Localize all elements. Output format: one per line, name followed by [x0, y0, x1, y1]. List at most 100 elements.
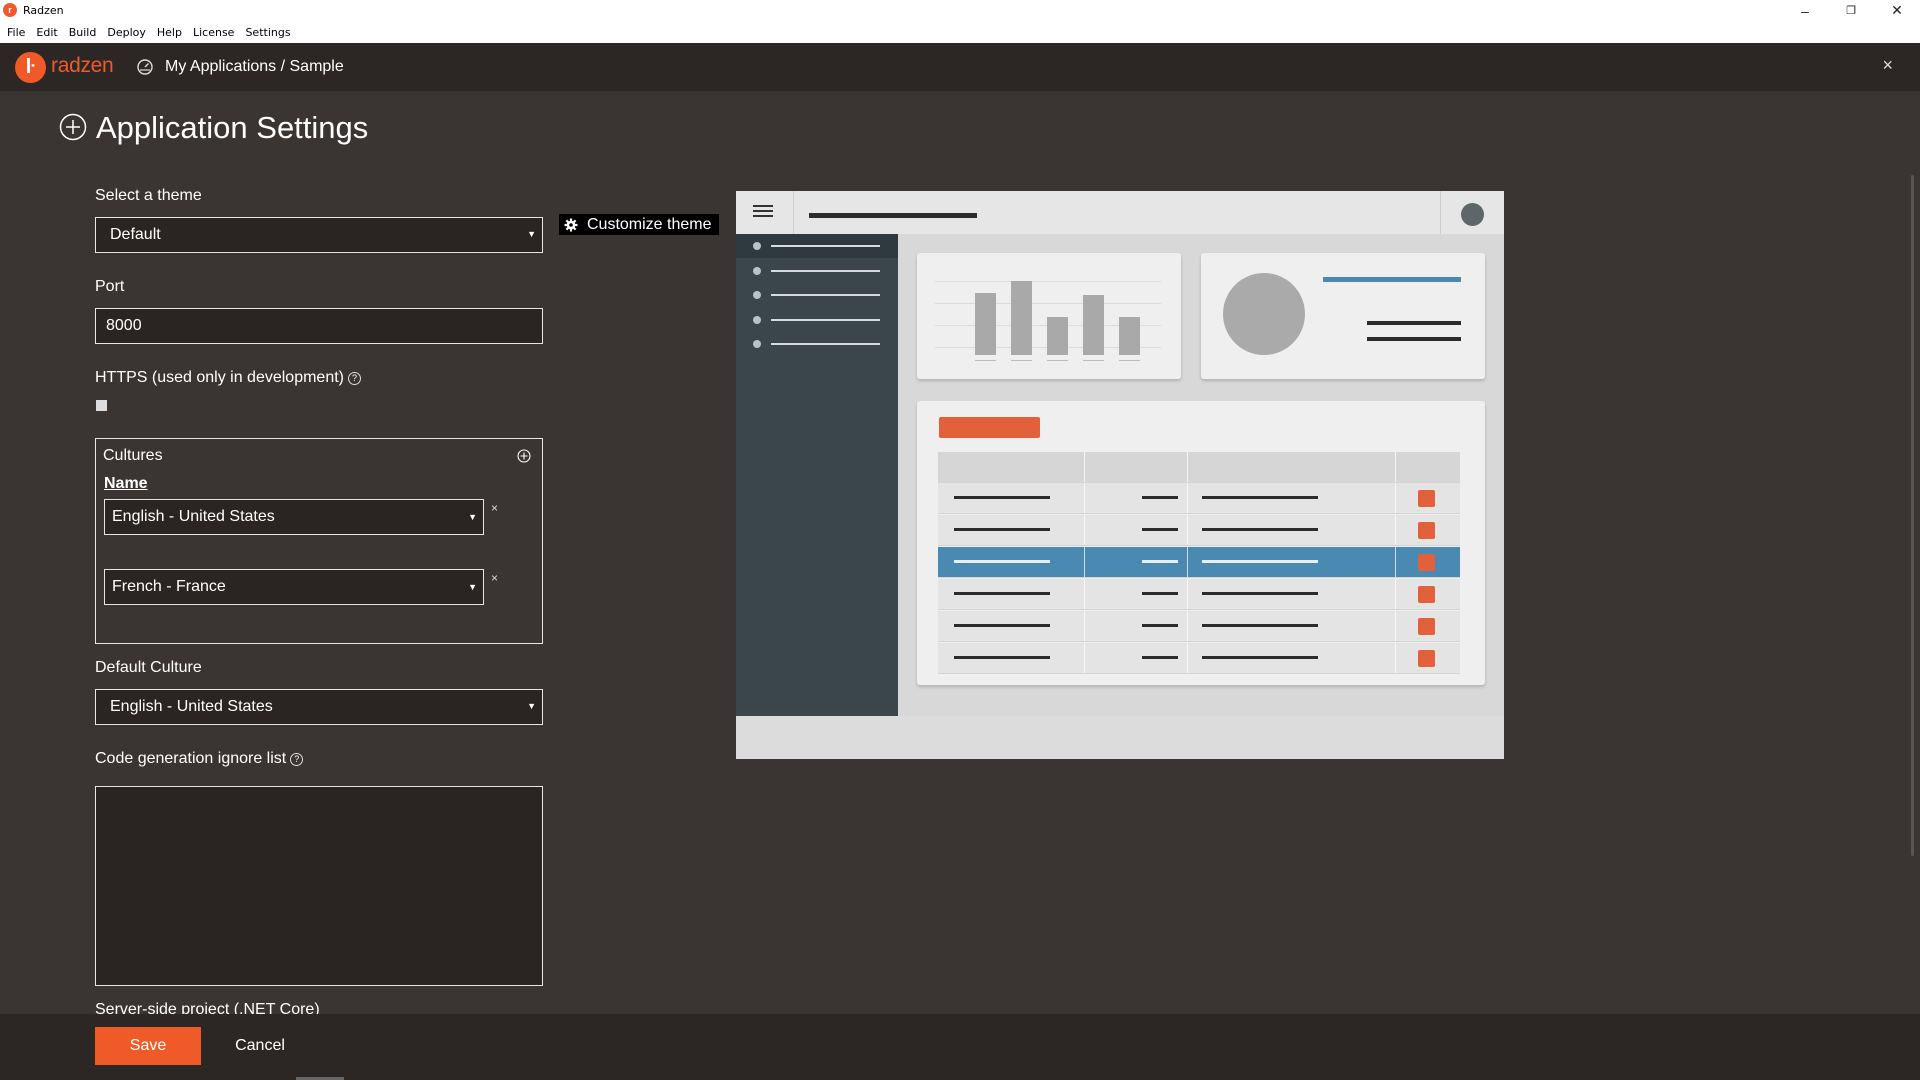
preview-grid-col-sep — [1395, 547, 1396, 577]
close-window-button[interactable]: ✕ — [1874, 0, 1920, 21]
preview-grid-cell — [1142, 496, 1178, 499]
remove-culture-icon[interactable]: × — [491, 501, 498, 515]
port-label: Port — [95, 278, 125, 295]
preview-grid-row-button — [1418, 618, 1435, 635]
preview-bar-tick — [1119, 360, 1140, 361]
preview-grid-header — [938, 452, 1460, 483]
preview-grid-col-sep — [1084, 611, 1085, 641]
theme-select[interactable]: Default ▼ — [95, 217, 543, 253]
menu-bar: File Edit Build Deploy Help License Sett… — [0, 21, 1920, 43]
preview-grid-col-sep — [1187, 515, 1188, 545]
default-culture-select[interactable]: English - United States ▼ — [95, 689, 543, 725]
help-circle-icon[interactable]: ? — [348, 372, 361, 385]
add-circle-icon — [59, 113, 87, 141]
preview-header — [736, 191, 1504, 234]
preview-grid-cell — [1202, 656, 1318, 659]
preview-nav-item — [753, 339, 885, 349]
preview-grid-cell — [1202, 560, 1318, 563]
caret-down-icon: ▼ — [527, 701, 536, 711]
save-button[interactable]: Save — [95, 1027, 201, 1065]
customize-theme-button[interactable]: Customize theme — [559, 214, 719, 235]
preview-grid-col-sep — [1084, 483, 1085, 513]
preview-grid-col-sep — [1084, 452, 1085, 482]
preview-pie-title-bar — [1323, 277, 1461, 282]
preview-grid-col-sep — [1187, 547, 1188, 577]
preview-grid-row — [938, 547, 1460, 578]
preview-grid-cell — [1142, 592, 1178, 595]
preview-grid-col-sep — [1395, 643, 1396, 673]
footer-bar: Save Cancel — [0, 1014, 1920, 1080]
preview-bar — [1083, 295, 1104, 355]
https-checkbox[interactable] — [96, 400, 107, 411]
app-header: ŀ radzen My Applications / Sample × — [0, 43, 1920, 91]
help-circle-icon[interactable]: ? — [290, 753, 304, 766]
default-culture-value: English - United States — [110, 698, 273, 715]
preview-grid-col-sep — [1084, 547, 1085, 577]
preview-grid-col-sep — [1187, 579, 1188, 609]
menu-settings[interactable]: Settings — [245, 26, 290, 39]
close-icon[interactable]: × — [1882, 55, 1893, 76]
menu-file[interactable]: File — [7, 26, 25, 39]
preview-footer — [736, 716, 1504, 759]
preview-grid-row-button — [1418, 554, 1435, 571]
preview-grid-col-sep — [1187, 643, 1188, 673]
preview-grid-cell — [1202, 624, 1318, 627]
menu-deploy[interactable]: Deploy — [107, 26, 146, 39]
preview-grid-col-sep — [1187, 452, 1188, 482]
menu-license[interactable]: License — [193, 26, 234, 39]
preview-text-line — [1367, 321, 1461, 325]
gear-icon — [564, 218, 578, 231]
preview-grid-row — [938, 515, 1460, 546]
preview-grid-row — [938, 611, 1460, 642]
preview-grid-row — [938, 483, 1460, 514]
theme-label: Select a theme — [95, 187, 202, 204]
cultures-panel: Cultures Name English - United States ▼ … — [95, 438, 543, 644]
page-title: Application Settings — [96, 110, 369, 145]
cultures-name-header: Name — [104, 475, 148, 492]
cancel-button[interactable]: Cancel — [226, 1027, 294, 1065]
preview-grid-row-button — [1418, 490, 1435, 507]
culture-select-1[interactable]: English - United States ▼ — [104, 499, 484, 535]
preview-grid-cell — [954, 528, 1050, 531]
dashboard-gauge-icon — [137, 59, 153, 75]
preview-grid-row — [938, 643, 1460, 674]
preview-grid-cell — [1142, 560, 1178, 563]
preview-bar-tick — [1011, 360, 1032, 361]
preview-grid-cell — [954, 624, 1050, 627]
preview-title-bar — [809, 213, 977, 218]
breadcrumb[interactable]: My Applications / Sample — [165, 58, 344, 76]
preview-bar — [1047, 317, 1068, 355]
minimize-button[interactable]: – — [1782, 0, 1828, 21]
preview-grid-col-sep — [1395, 483, 1396, 513]
preview-grid-row-button — [1418, 586, 1435, 603]
menu-build[interactable]: Build — [69, 26, 97, 39]
preview-grid-col-sep — [1187, 483, 1188, 513]
preview-grid-cell — [1202, 592, 1318, 595]
menu-help[interactable]: Help — [157, 26, 182, 39]
culture-select-value: French - France — [112, 578, 226, 595]
remove-culture-icon[interactable]: × — [491, 571, 498, 585]
restore-button[interactable]: ❐ — [1828, 0, 1874, 21]
preview-grid-cell — [1202, 496, 1318, 499]
culture-select-2[interactable]: French - France ▼ — [104, 569, 484, 605]
preview-grid-col-sep — [1395, 452, 1396, 482]
port-input[interactable] — [95, 308, 543, 344]
preview-text-line — [1367, 337, 1461, 341]
ignore-list-label-text: Code generation ignore list — [95, 750, 287, 767]
logo-text[interactable]: radzen — [51, 54, 114, 78]
preview-nav-item — [753, 241, 885, 251]
menu-edit[interactable]: Edit — [36, 26, 57, 39]
add-culture-icon[interactable] — [517, 449, 531, 463]
vertical-scrollbar[interactable] — [1911, 175, 1914, 856]
ignore-list-textarea[interactable] — [95, 786, 543, 986]
preview-grid-row-button — [1418, 522, 1435, 539]
preview-sidebar — [736, 234, 898, 716]
preview-grid-cell — [1142, 624, 1178, 627]
radzen-logo-icon[interactable]: ŀ — [15, 52, 46, 83]
caret-down-icon: ▼ — [468, 582, 477, 592]
caret-down-icon: ▼ — [468, 512, 477, 522]
preview-bar — [1011, 281, 1032, 355]
https-label: HTTPS (used only in development)? — [95, 369, 361, 387]
window-title: Radzen — [23, 4, 64, 17]
preview-grid-row-button — [1418, 650, 1435, 667]
